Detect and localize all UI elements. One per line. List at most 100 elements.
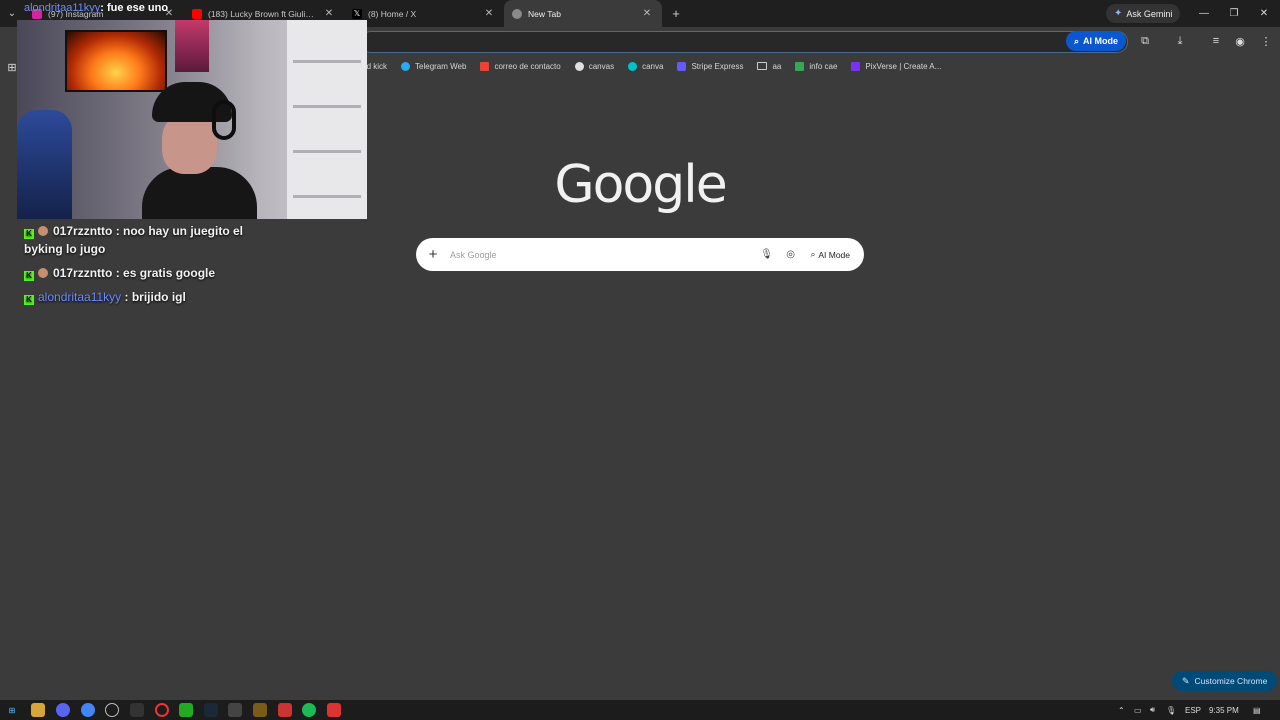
- stripe-icon: [677, 61, 687, 71]
- bookmark-label: PixVerse | Create A...: [865, 61, 942, 71]
- chrome-favicon-icon: [512, 8, 522, 19]
- close-tab-icon[interactable]: ✕: [322, 8, 336, 19]
- tray-chevron-icon[interactable]: ⌃: [1118, 703, 1125, 717]
- chat-username: 017rzzntto: [53, 224, 113, 238]
- chrome-icon[interactable]: [81, 703, 95, 717]
- google-logo: Google: [554, 155, 727, 215]
- google-lens-icon[interactable]: ◎: [779, 249, 803, 260]
- chat-username: 017rzzntto: [53, 266, 113, 280]
- x-favicon-icon: 𝕏: [352, 8, 362, 19]
- capcut-icon[interactable]: [228, 703, 242, 717]
- minimize-icon[interactable]: —: [1189, 0, 1219, 27]
- profile-avatar-icon[interactable]: ◉: [1232, 33, 1248, 49]
- shelf-image: [287, 20, 367, 219]
- reading-list-icon[interactable]: ≡: [1208, 33, 1224, 49]
- close-window-icon[interactable]: ✕: [1249, 0, 1279, 27]
- bookmark-stripe[interactable]: Stripe Express: [677, 61, 744, 71]
- chat-text: : fue ese uno: [100, 2, 169, 14]
- chat-text: : brijido igl: [124, 290, 186, 304]
- ai-mode-label: AI Mode: [1083, 36, 1119, 46]
- extensions-puzzle-icon[interactable]: ⧉: [1137, 33, 1153, 49]
- discord-icon[interactable]: [56, 703, 70, 717]
- bookmark-label: Telegram Web: [415, 61, 467, 71]
- canvas-icon: [574, 61, 584, 71]
- address-bar[interactable]: [360, 31, 1128, 53]
- poster-image: [175, 20, 209, 72]
- emote-icon: [38, 226, 48, 236]
- file-explorer-icon[interactable]: [31, 703, 45, 717]
- bookmark-label: correo de contacto: [494, 61, 561, 71]
- spotify-icon[interactable]: [302, 703, 316, 717]
- close-tab-icon[interactable]: ✕: [640, 8, 654, 19]
- network-icon[interactable]: ▭: [1134, 703, 1142, 717]
- recorder-icon[interactable]: [278, 703, 292, 717]
- search-placeholder[interactable]: Ask Google: [450, 250, 755, 260]
- bookmark-telegram[interactable]: Telegram Web: [401, 61, 467, 71]
- ai-mode-search-icon: ⌕: [1074, 35, 1080, 46]
- telegram-icon: [401, 61, 411, 71]
- folder-icon: [757, 62, 768, 70]
- bookmark-canvas[interactable]: canvas: [574, 61, 615, 71]
- chat-username: alondritaa11kyy: [24, 2, 101, 14]
- chat-message: K 017rzzntto : es gratis google: [24, 264, 215, 282]
- omnibox-ai-mode-button[interactable]: ⌕ AI Mode: [1066, 31, 1127, 51]
- download-icon[interactable]: ⤓: [1172, 33, 1188, 49]
- gaming-chair-image: [17, 110, 72, 219]
- gmail-icon: [480, 61, 490, 71]
- emote-icon: [38, 268, 48, 278]
- chat-username: alondritaa11kyy: [38, 290, 122, 304]
- tab-label: New Tab: [528, 8, 561, 19]
- ask-gemini-button[interactable]: ✦ Ask Gemini: [1106, 4, 1181, 23]
- steam-icon[interactable]: [204, 703, 218, 717]
- microphone-tray-icon[interactable]: 🎙︎: [1166, 703, 1176, 717]
- clock[interactable]: 9:35 PM: [1209, 703, 1239, 717]
- restore-icon[interactable]: ❐: [1219, 0, 1249, 27]
- close-tab-icon[interactable]: ✕: [482, 8, 496, 19]
- tab-x[interactable]: 𝕏 (8) Home / X ✕: [344, 0, 504, 27]
- app-icon[interactable]: [253, 703, 267, 717]
- webcam-overlay: [17, 20, 367, 219]
- chat-text: : noo hay un juegito el: [115, 224, 244, 238]
- bookmark-label: Stripe Express: [691, 61, 744, 71]
- notifications-icon[interactable]: ▤: [1253, 703, 1261, 717]
- tab-new-tab[interactable]: New Tab ✕: [504, 0, 662, 27]
- add-plus-icon[interactable]: +: [416, 246, 450, 263]
- bookmark-label: info cae: [809, 61, 838, 71]
- app-icon[interactable]: [130, 703, 144, 717]
- settings-gear-icon[interactable]: [105, 703, 119, 717]
- new-tab-plus-icon[interactable]: +: [666, 6, 686, 21]
- ai-mode-button[interactable]: ⌕ AI Mode: [803, 245, 858, 265]
- ask-gemini-label: Ask Gemini: [1126, 8, 1173, 19]
- obs-icon[interactable]: [155, 703, 169, 717]
- windows-start-icon[interactable]: ⊞: [5, 703, 19, 717]
- tab-label: (8) Home / X: [368, 8, 417, 19]
- language-indicator[interactable]: ESP: [1185, 703, 1201, 717]
- tab-label: (183) Lucky Brown ft Giuliano V...: [208, 8, 316, 19]
- menu-dots-icon[interactable]: ⋮: [1258, 33, 1274, 49]
- bookmarks-bar: oard kick Telegram Web correo de contact…: [355, 58, 941, 74]
- youtube-favicon-icon: [192, 8, 202, 19]
- windows-taskbar: ⊞ ⌃ ▭ 🔊︎ 🎙︎ ESP 9:35 PM ▤: [0, 700, 1280, 720]
- volume-icon[interactable]: 🔊︎: [1150, 703, 1155, 717]
- app-icon[interactable]: [327, 703, 341, 717]
- chat-message: Kalondritaa11kyy : brijido igl: [24, 288, 186, 306]
- ai-mode-label: AI Mode: [818, 249, 850, 260]
- bookmark-gmail[interactable]: correo de contacto: [480, 61, 561, 71]
- pixverse-icon: [851, 61, 861, 71]
- bookmark-canva[interactable]: canva: [628, 61, 664, 71]
- browser-window: ⌄ (97) Instagram ✕ (183) Lucky Brown ft …: [0, 0, 1280, 720]
- ai-mode-search-icon: ⌕: [810, 249, 816, 259]
- microphone-icon[interactable]: 🎙: [755, 249, 779, 260]
- bookmark-info-cae[interactable]: info cae: [795, 61, 838, 71]
- chat-partial-message: alondritaa11kyy: fue ese uno: [24, 2, 168, 14]
- google-search-box[interactable]: + Ask Google 🎙 ◎ ⌕ AI Mode: [416, 238, 864, 271]
- info-cae-icon: [795, 61, 805, 71]
- bookmark-label: canva: [642, 61, 664, 71]
- bookmark-label: canvas: [588, 61, 615, 71]
- kick-badge-icon: K: [24, 229, 34, 239]
- bookmark-pixverse[interactable]: PixVerse | Create A...: [851, 61, 942, 71]
- terminal-icon[interactable]: [179, 703, 193, 717]
- bookmark-folder-aa[interactable]: aa: [757, 62, 781, 71]
- customize-chrome-button[interactable]: ✎ Customize Chrome: [1172, 671, 1278, 691]
- customize-label: Customize Chrome: [1194, 676, 1268, 686]
